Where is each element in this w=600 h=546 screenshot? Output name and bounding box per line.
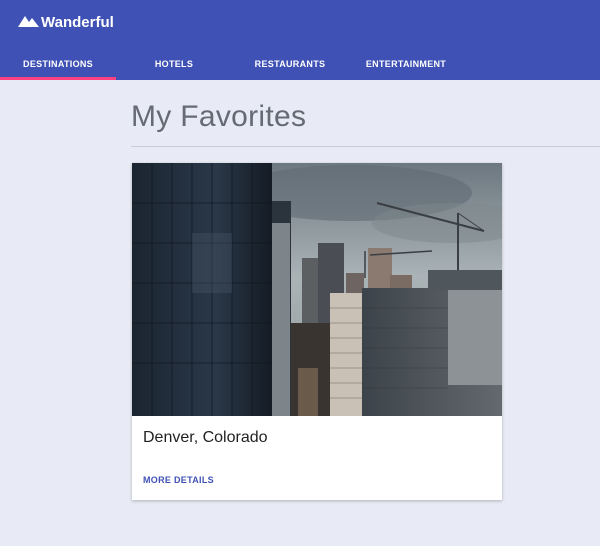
app-bar: Wanderful DESTINATIONS HOTELS RESTAURANT… — [0, 0, 600, 80]
title-divider — [131, 146, 600, 147]
more-details-button[interactable]: MORE DETAILS — [143, 475, 214, 485]
city-skyline-photo — [132, 163, 502, 416]
destination-card: Denver, Colorado MORE DETAILS — [132, 163, 502, 500]
tab-entertainment[interactable]: ENTERTAINMENT — [348, 48, 464, 80]
brand-logo[interactable]: Wanderful — [18, 12, 114, 32]
active-tab-indicator — [0, 77, 116, 80]
card-title: Denver, Colorado — [143, 429, 268, 446]
tab-restaurants[interactable]: RESTAURANTS — [232, 48, 348, 80]
tab-hotels[interactable]: HOTELS — [116, 48, 232, 80]
mountain-icon — [18, 13, 41, 31]
nav-tabs: DESTINATIONS HOTELS RESTAURANTS ENTERTAI… — [0, 48, 600, 80]
page-title: My Favorites — [131, 100, 307, 133]
brand-name: Wanderful — [41, 13, 114, 31]
tab-destinations[interactable]: DESTINATIONS — [0, 48, 116, 80]
